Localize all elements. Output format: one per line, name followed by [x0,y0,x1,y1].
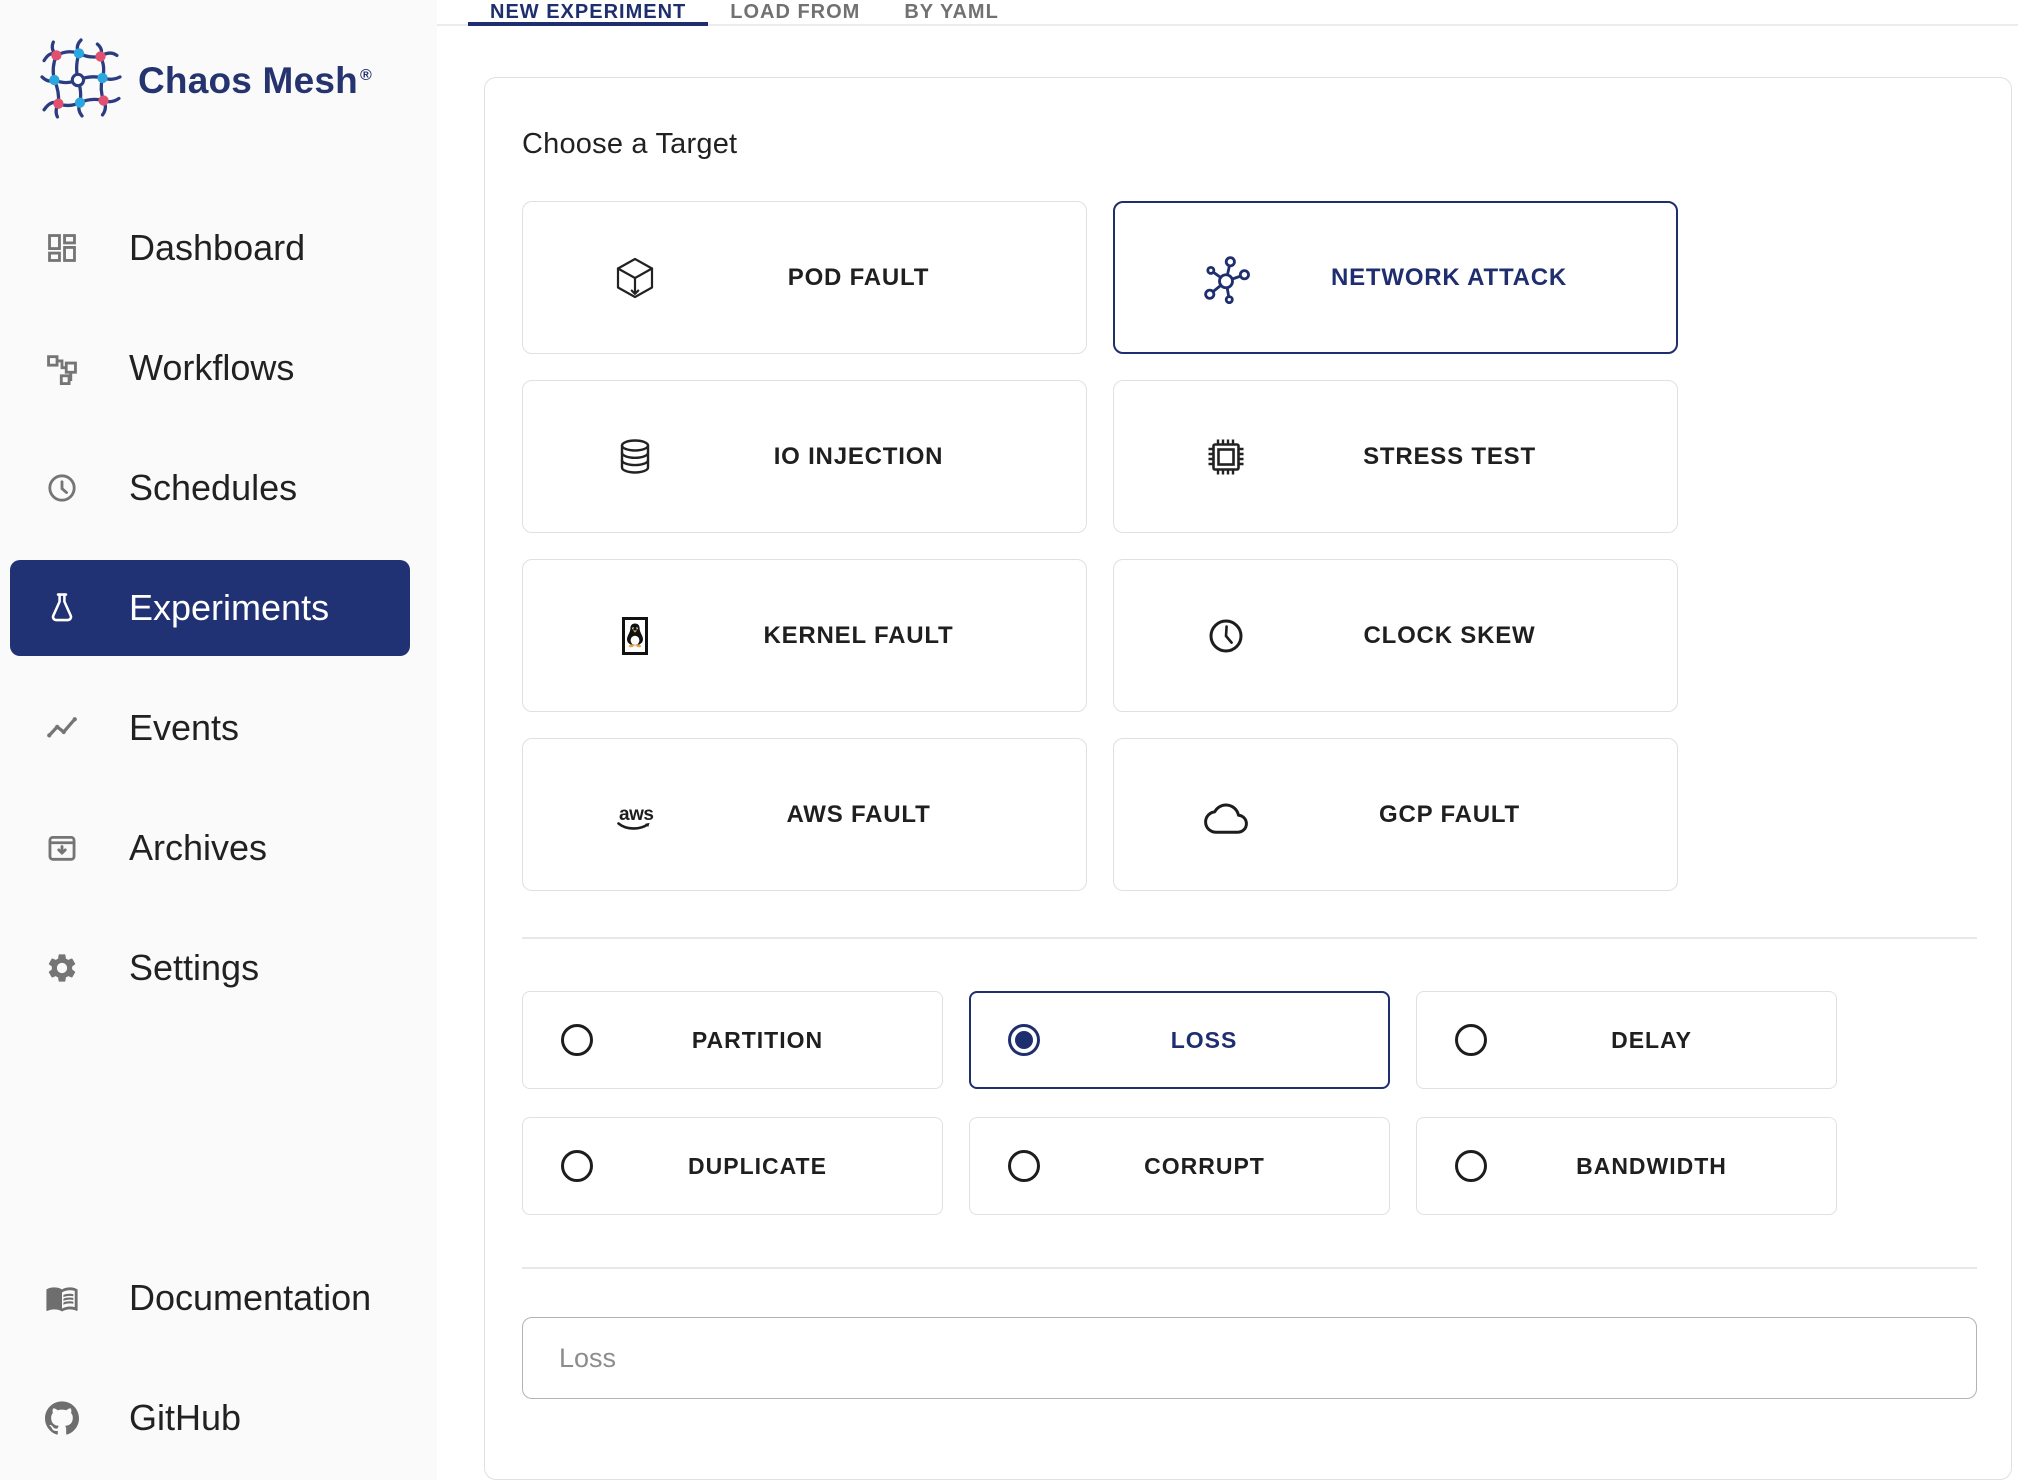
target-card-label: CLOCK SKEW [1262,622,1677,650]
action-label: BANDWIDTH [1487,1153,1836,1180]
sidebar-nav: Dashboard Workflows [0,200,437,1480]
target-card-label: POD FAULT [671,264,1086,292]
radio-unchecked-icon[interactable] [1455,1024,1487,1056]
sidebar-item-github[interactable]: GitHub [10,1370,410,1466]
sidebar-item-label: Archives [129,827,267,869]
target-card-gcp-fault[interactable]: GCP FAULT [1113,738,1678,891]
loss-input-row [522,1317,1977,1399]
tab-load-from[interactable]: LOAD FROM [708,0,882,24]
action-radio-corrupt[interactable]: CORRUPT [969,1117,1390,1215]
radio-unchecked-icon[interactable] [1455,1150,1487,1182]
sidebar-item-label: Documentation [129,1277,371,1319]
sidebar-item-label: Experiments [129,587,329,629]
chaos-mesh-logo-icon [40,38,122,125]
network-attack-icon [1190,252,1262,304]
settings-gear-icon [45,951,79,985]
target-card-label: STRESS TEST [1262,443,1677,471]
action-label: CORRUPT [1040,1153,1389,1180]
clock-skew-icon [1190,612,1262,660]
action-radio-delay[interactable]: DELAY [1416,991,1837,1089]
kernel-fault-tux-icon [599,612,671,660]
target-card-label: NETWORK ATTACK [1262,264,1676,292]
registered-mark: ® [360,67,372,84]
sidebar-item-workflows[interactable]: Workflows [10,320,410,416]
github-icon [45,1401,79,1435]
radio-unchecked-icon[interactable] [561,1150,593,1182]
page-title: Choose a Target [522,128,1977,161]
action-radio-partition[interactable]: PARTITION [522,991,943,1089]
action-label: DELAY [1487,1027,1836,1054]
sidebar-item-label: Schedules [129,467,297,509]
sidebar-item-schedules[interactable]: Schedules [10,440,410,536]
sidebar-item-settings[interactable]: Settings [10,920,410,1016]
sidebar-item-documentation[interactable]: Documentation [10,1250,410,1346]
sidebar-item-events[interactable]: Events [10,680,410,776]
new-experiment-panel: Choose a Target POD FAULT [484,77,2012,1480]
documentation-book-icon [45,1281,79,1315]
sidebar-item-label: Workflows [129,347,294,389]
sidebar-item-label: Dashboard [129,227,305,269]
action-radio-duplicate[interactable]: DUPLICATE [522,1117,943,1215]
sidebar-item-label: Events [129,707,239,749]
io-injection-icon [599,433,671,481]
sidebar-item-dashboard[interactable]: Dashboard [10,200,410,296]
brand-logo: Chaos Mesh® [40,40,437,122]
action-radio-loss[interactable]: LOSS [969,991,1390,1089]
archives-icon [45,831,79,865]
app-root: Chaos Mesh® Dashboard [0,0,2018,1480]
target-card-network-attack[interactable]: NETWORK ATTACK [1113,201,1678,354]
radio-unchecked-icon[interactable] [1008,1150,1040,1182]
target-card-io-injection[interactable]: IO INJECTION [522,380,1087,533]
target-card-pod-fault[interactable]: POD FAULT [522,201,1087,354]
loss-input[interactable] [522,1317,1977,1399]
target-grid: POD FAULT [522,201,1977,891]
target-card-label: KERNEL FAULT [671,622,1086,650]
target-card-label: GCP FAULT [1262,801,1677,829]
tab-new-experiment[interactable]: NEW EXPERIMENT [468,0,708,24]
dashboard-icon [45,231,79,265]
section-divider [522,937,1977,939]
brand-name: Chaos Mesh® [138,60,372,102]
target-card-label: AWS FAULT [671,801,1086,829]
workflows-icon [45,351,79,385]
svg-text:aws: aws [619,804,653,825]
action-radio-bandwidth[interactable]: BANDWIDTH [1416,1117,1837,1215]
sidebar-item-archives[interactable]: Archives [10,800,410,896]
target-card-aws-fault[interactable]: aws AWS FAULT [522,738,1087,891]
action-label: PARTITION [593,1027,942,1054]
sidebar: Chaos Mesh® Dashboard [0,0,437,1480]
section-divider [522,1267,1977,1269]
target-card-kernel-fault[interactable]: KERNEL FAULT [522,559,1087,712]
target-card-clock-skew[interactable]: CLOCK SKEW [1113,559,1678,712]
tab-bar: NEW EXPERIMENT LOAD FROM BY YAML [437,0,2018,26]
sidebar-item-experiments[interactable]: Experiments [10,560,410,656]
radio-unchecked-icon[interactable] [561,1024,593,1056]
events-icon [45,711,79,745]
sidebar-item-label: GitHub [129,1397,241,1439]
radio-checked-icon[interactable] [1008,1024,1040,1056]
tab-by-yaml[interactable]: BY YAML [882,0,1020,24]
schedules-icon [45,471,79,505]
network-action-grid: PARTITION LOSS DELAY DUPLICATE CORRUPT [522,991,1977,1215]
experiments-flask-icon [45,591,79,625]
action-label: DUPLICATE [593,1153,942,1180]
aws-fault-icon: aws [599,791,671,839]
sidebar-bottom-group: Documentation GitHub [0,1250,437,1480]
pod-fault-icon [599,254,671,302]
gcp-fault-cloud-icon [1190,791,1262,839]
sidebar-item-label: Settings [129,947,259,989]
target-card-stress-test[interactable]: STRESS TEST [1113,380,1678,533]
action-label: LOSS [1040,1027,1388,1054]
main-content: NEW EXPERIMENT LOAD FROM BY YAML Choose … [437,0,2018,1480]
target-card-label: IO INJECTION [671,443,1086,471]
stress-test-cpu-icon [1190,433,1262,481]
